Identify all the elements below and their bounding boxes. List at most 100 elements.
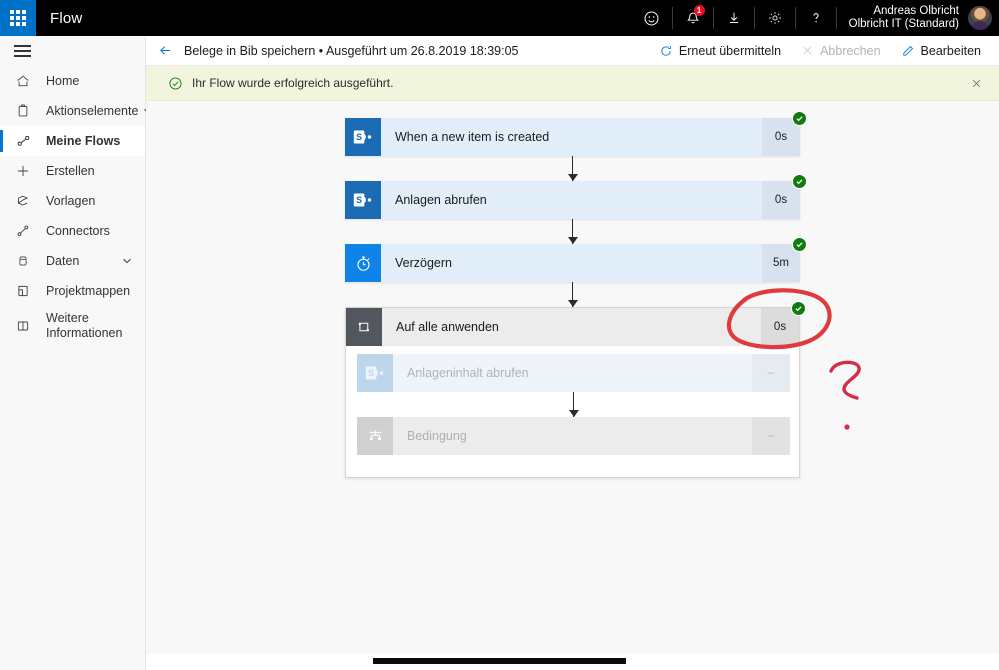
- app-launcher-icon: [10, 10, 26, 26]
- flow-step-verzoegern[interactable]: Verzögern 5m: [345, 237, 807, 282]
- sharepoint-icon: S: [345, 118, 381, 156]
- book-icon: [0, 318, 46, 334]
- flow-step-bedingung[interactable]: Bedingung –: [357, 417, 790, 455]
- resubmit-button[interactable]: Erneut übermitteln: [649, 36, 791, 66]
- edit-button[interactable]: Bearbeiten: [891, 36, 991, 66]
- status-badge-success: [792, 237, 807, 252]
- flow-step-anlagen-abrufen[interactable]: S Anlagen abrufen 0s: [345, 174, 807, 219]
- flow-step-anlageninhalt-abrufen[interactable]: S Anlageninhalt abrufen –: [357, 354, 790, 392]
- flow-step-duration: –: [752, 354, 790, 392]
- flow-step-title: Anlagen abrufen: [395, 193, 487, 207]
- sidebar-item-projektmappen[interactable]: Projektmappen: [0, 276, 145, 306]
- flow-connector: [345, 156, 800, 181]
- resubmit-label: Erneut übermitteln: [678, 43, 782, 58]
- sidebar-item-label: Aktionselemente: [46, 103, 139, 118]
- flow-scope-header[interactable]: Auf alle anwenden 0s: [346, 301, 806, 346]
- horizontal-scrollbar[interactable]: [146, 654, 999, 670]
- flow-run-canvas: S When a new item is created 0s S Anlage…: [146, 101, 999, 670]
- user-name: Andreas Olbricht: [873, 5, 959, 17]
- status-badge-success: [792, 111, 807, 126]
- loop-icon: [346, 308, 382, 346]
- flow-connector: [357, 392, 790, 417]
- notification-count-badge: 1: [693, 5, 705, 16]
- flow-step-title: Anlageninhalt abrufen: [407, 366, 529, 380]
- sidebar-item-label: Projektmappen: [46, 283, 131, 298]
- user-info: Andreas Olbricht Olbricht IT (Standard): [849, 5, 959, 31]
- sidebar-item-home[interactable]: Home: [0, 66, 145, 96]
- red-question-mark: [829, 360, 861, 430]
- suite-divider: [671, 7, 673, 29]
- back-arrow-icon[interactable]: [146, 43, 184, 58]
- avatar[interactable]: [967, 5, 993, 31]
- plus-icon: [0, 163, 46, 179]
- flow-step-trigger[interactable]: S When a new item is created 0s: [345, 111, 807, 156]
- sidebar-item-label: Home: [46, 73, 80, 88]
- help-question-icon[interactable]: [798, 0, 834, 36]
- flow-icon: [0, 133, 46, 149]
- sidebar-item-daten[interactable]: Daten: [0, 246, 145, 276]
- sidebar-item-label: Erstellen: [46, 163, 95, 178]
- horizontal-scrollbar-thumb[interactable]: [373, 658, 626, 664]
- flow-scope-apply-to-each[interactable]: Auf alle anwenden 0s S Anlageninhalt abr…: [345, 301, 806, 478]
- cancel-button[interactable]: Abbrechen: [791, 36, 890, 66]
- edit-label: Bearbeiten: [920, 43, 981, 58]
- sidebar-toggle-hamburger-icon[interactable]: [0, 36, 145, 66]
- app-title: Flow: [50, 9, 83, 27]
- sharepoint-icon: S: [345, 181, 381, 219]
- success-check-icon: [168, 76, 183, 91]
- suite-divider: [753, 7, 755, 29]
- close-icon[interactable]: [970, 77, 983, 90]
- settings-gear-icon[interactable]: [757, 0, 793, 36]
- user-menu[interactable]: Andreas Olbricht Olbricht IT (Standard): [839, 0, 999, 36]
- sharepoint-icon: S: [357, 354, 393, 392]
- notifications-bell-icon[interactable]: 1: [675, 0, 711, 36]
- run-title: Belege in Bib speichern • Ausgeführt um …: [184, 43, 519, 58]
- sidebar-item-label: Meine Flows: [46, 133, 121, 148]
- sidebar-item-label: Weitere Informationen: [46, 311, 123, 340]
- stopwatch-icon: [345, 244, 381, 282]
- svg-text:S: S: [356, 132, 362, 142]
- command-bar-actions: Erneut übermitteln Abbrechen Bearbeiten: [649, 36, 999, 66]
- sidebar-item-label: Connectors: [46, 223, 110, 238]
- flow-connector: [345, 219, 800, 244]
- flow-step-title: Verzögern: [395, 256, 452, 270]
- flow-step-stack: S When a new item is created 0s S Anlage…: [345, 111, 807, 478]
- database-icon: [0, 253, 46, 269]
- command-bar: Belege in Bib speichern • Ausgeführt um …: [146, 36, 999, 66]
- sidebar-item-label: Vorlagen: [46, 193, 96, 208]
- flow-scope-title: Auf alle anwenden: [396, 320, 499, 334]
- flow-connector: [345, 282, 800, 307]
- sidebar-item-erstellen[interactable]: Erstellen: [0, 156, 145, 186]
- solutions-icon: [0, 283, 46, 299]
- flow-step-title: Bedingung: [407, 429, 467, 443]
- sidebar-item-connectors[interactable]: Connectors: [0, 216, 145, 246]
- svg-text:S: S: [368, 368, 374, 378]
- resubmit-icon: [659, 44, 673, 58]
- templates-icon: [0, 193, 46, 209]
- sidebar: Home Aktionselemente Meine Flows Erstell…: [0, 36, 153, 670]
- sidebar-item-aktionselemente[interactable]: Aktionselemente: [0, 96, 153, 126]
- chevron-down-icon[interactable]: [117, 256, 137, 266]
- cancel-label: Abbrechen: [820, 43, 881, 58]
- success-banner: Ihr Flow wurde erfolgreich ausgeführt.: [146, 66, 999, 101]
- download-icon[interactable]: [716, 0, 752, 36]
- status-badge-success: [792, 174, 807, 189]
- app-launcher-button[interactable]: [0, 0, 36, 36]
- flow-scope-body: S Anlageninhalt abrufen – Bedingung –: [346, 346, 799, 455]
- suite-bar: Flow 1 Andreas Olbricht Olbricht IT (Sta…: [0, 0, 999, 36]
- sidebar-item-weitere-informationen[interactable]: Weitere Informationen: [0, 306, 145, 346]
- cancel-x-icon: [801, 44, 814, 57]
- svg-text:S: S: [356, 195, 362, 205]
- feedback-smiley-icon[interactable]: [634, 0, 670, 36]
- suite-divider: [794, 7, 796, 29]
- sidebar-item-vorlagen[interactable]: Vorlagen: [0, 186, 145, 216]
- condition-icon: [357, 417, 393, 455]
- banner-message: Ihr Flow wurde erfolgreich ausgeführt.: [192, 76, 394, 90]
- user-tenant: Olbricht IT (Standard): [848, 18, 959, 30]
- flow-step-title: When a new item is created: [395, 130, 550, 144]
- sidebar-item-meine-flows[interactable]: Meine Flows: [0, 126, 145, 156]
- clipboard-icon: [0, 103, 46, 119]
- connectors-icon: [0, 223, 46, 239]
- suite-divider: [712, 7, 714, 29]
- home-icon: [0, 73, 46, 89]
